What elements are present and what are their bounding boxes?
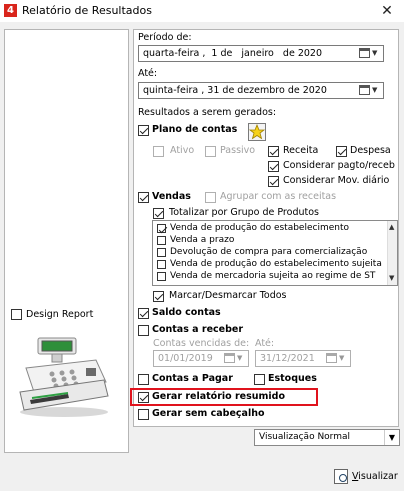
resultados-label: Resultados a serem gerados:	[138, 107, 277, 118]
chevron-down-icon: ▼	[339, 354, 345, 362]
window-title: Relatório de Resultados	[22, 4, 152, 17]
chevron-down-icon: ▼	[237, 354, 243, 362]
gerar-sem-cabecalho-checkbox[interactable]	[138, 409, 149, 420]
calendar-icon	[359, 85, 370, 95]
favorite-star-button[interactable]	[248, 123, 266, 141]
periodo-calendar-button[interactable]: ▼	[359, 48, 381, 59]
vencidas-from-field[interactable]: 01/01/2019 ▼	[153, 350, 249, 367]
plano-de-contas-label: Plano de contas	[152, 124, 238, 135]
ate-calendar-button[interactable]: ▼	[359, 85, 381, 96]
design-report-checkbox[interactable]	[11, 309, 22, 320]
list-item-label: Venda de produção do estabelecimento	[170, 223, 349, 233]
calendar-icon	[326, 353, 337, 363]
vencidas-to-field[interactable]: 31/12/2021 ▼	[255, 350, 351, 367]
list-item-checkbox[interactable]	[157, 260, 166, 269]
to-calendar-button[interactable]: ▼	[326, 353, 348, 364]
estoques-label: Estoques	[268, 373, 317, 384]
periodo-label: Período de:	[138, 32, 192, 43]
star-icon	[248, 123, 266, 140]
ate-date-value: quinta-feira , 31 de dezembro de 2020	[143, 85, 327, 96]
vendas-label: Vendas	[152, 191, 191, 202]
vencidas-from-value: 01/01/2019	[158, 353, 213, 364]
close-button[interactable]: ✕	[372, 1, 402, 21]
vendas-checkbox[interactable]	[138, 192, 149, 203]
app-icon: 4	[4, 4, 17, 17]
list-item-checkbox[interactable]	[157, 236, 166, 245]
considerar-mov-label: Considerar Mov. diário	[283, 175, 390, 186]
design-report-label: Design Report	[26, 309, 94, 320]
chevron-down-icon: ▼	[372, 49, 378, 57]
considerar-mov-checkbox[interactable]	[268, 176, 279, 187]
vencidas-to-value: 31/12/2021	[260, 353, 315, 364]
chevron-down-icon[interactable]: ▼	[389, 274, 394, 282]
list-item-checkbox[interactable]	[157, 272, 166, 281]
list-item-label: Venda de produção do estabelecimento suj…	[170, 259, 382, 269]
visualizacao-selected: Visualização Normal	[259, 432, 351, 442]
passivo-label: Passivo	[220, 145, 256, 156]
list-item-label: Devolução de compra para comercialização	[170, 247, 368, 257]
gerar-sem-cabecalho-label: Gerar sem cabeçalho	[152, 408, 265, 419]
contas-vencidas-ate-label: Até:	[255, 338, 275, 349]
marcar-todos-checkbox[interactable]	[153, 291, 164, 302]
highlight-box	[130, 388, 318, 406]
calendar-icon	[224, 353, 235, 363]
ativo-checkbox[interactable]	[153, 146, 164, 157]
list-item-checkbox[interactable]	[157, 248, 166, 257]
saldo-contas-label: Saldo contas	[152, 307, 221, 318]
totalizar-checkbox[interactable]	[153, 208, 164, 219]
contas-receber-checkbox[interactable]	[138, 325, 149, 336]
list-item-checkbox[interactable]	[157, 224, 166, 233]
contas-pagar-checkbox[interactable]	[138, 374, 149, 385]
receita-checkbox[interactable]	[268, 146, 279, 157]
chevron-up-icon[interactable]: ▲	[389, 223, 394, 231]
list-scrollbar[interactable]: ▲ ▼	[387, 221, 397, 285]
ativo-label: Ativo	[170, 145, 195, 156]
preview-icon	[334, 469, 348, 484]
saldo-contas-checkbox[interactable]	[138, 308, 149, 319]
considerar-pagto-checkbox[interactable]	[268, 161, 279, 172]
periodo-date-value: quarta-feira , 1 de janeiro de 2020	[143, 48, 322, 59]
list-item-label: Venda a prazo	[170, 235, 235, 245]
marcar-todos-label: Marcar/Desmarcar Todos	[169, 290, 287, 301]
ate-label: Até:	[138, 68, 158, 79]
totalizar-label: Totalizar por Grupo de Produtos	[169, 207, 319, 218]
passivo-checkbox[interactable]	[205, 146, 216, 157]
ate-date-field[interactable]: quinta-feira , 31 de dezembro de 2020 ▼	[138, 82, 384, 99]
visualizar-label: Visualizar	[352, 471, 398, 482]
agrupar-checkbox[interactable]	[205, 192, 216, 203]
considerar-pagto-label: Considerar pagto/receb	[283, 160, 395, 171]
list-item-label: Venda de mercadoria sujeita ao regime de…	[170, 271, 376, 281]
chevron-down-icon: ▼	[372, 86, 378, 94]
despesa-checkbox[interactable]	[336, 146, 347, 157]
visualizacao-select[interactable]: Visualização Normal ▼	[254, 429, 400, 446]
from-calendar-button[interactable]: ▼	[224, 353, 246, 364]
cash-register-icon	[19, 337, 109, 417]
contas-vencidas-label: Contas vencidas de:	[153, 338, 250, 349]
contas-pagar-label: Contas a Pagar	[152, 373, 233, 384]
visualizar-button[interactable]: Visualizar	[330, 466, 402, 488]
contas-receber-label: Contas a receber	[152, 324, 244, 335]
estoques-checkbox[interactable]	[254, 374, 265, 385]
receita-label: Receita	[283, 145, 319, 156]
periodo-date-field[interactable]: quarta-feira , 1 de janeiro de 2020 ▼	[138, 45, 384, 62]
plano-de-contas-checkbox[interactable]	[138, 125, 149, 136]
despesa-label: Despesa	[350, 145, 391, 156]
vendas-list[interactable]: Venda de produção do estabelecimento Ven…	[152, 220, 398, 286]
calendar-icon	[359, 48, 370, 58]
agrupar-label: Agrupar com as receitas	[220, 191, 337, 202]
chevron-down-icon[interactable]: ▼	[384, 430, 399, 445]
